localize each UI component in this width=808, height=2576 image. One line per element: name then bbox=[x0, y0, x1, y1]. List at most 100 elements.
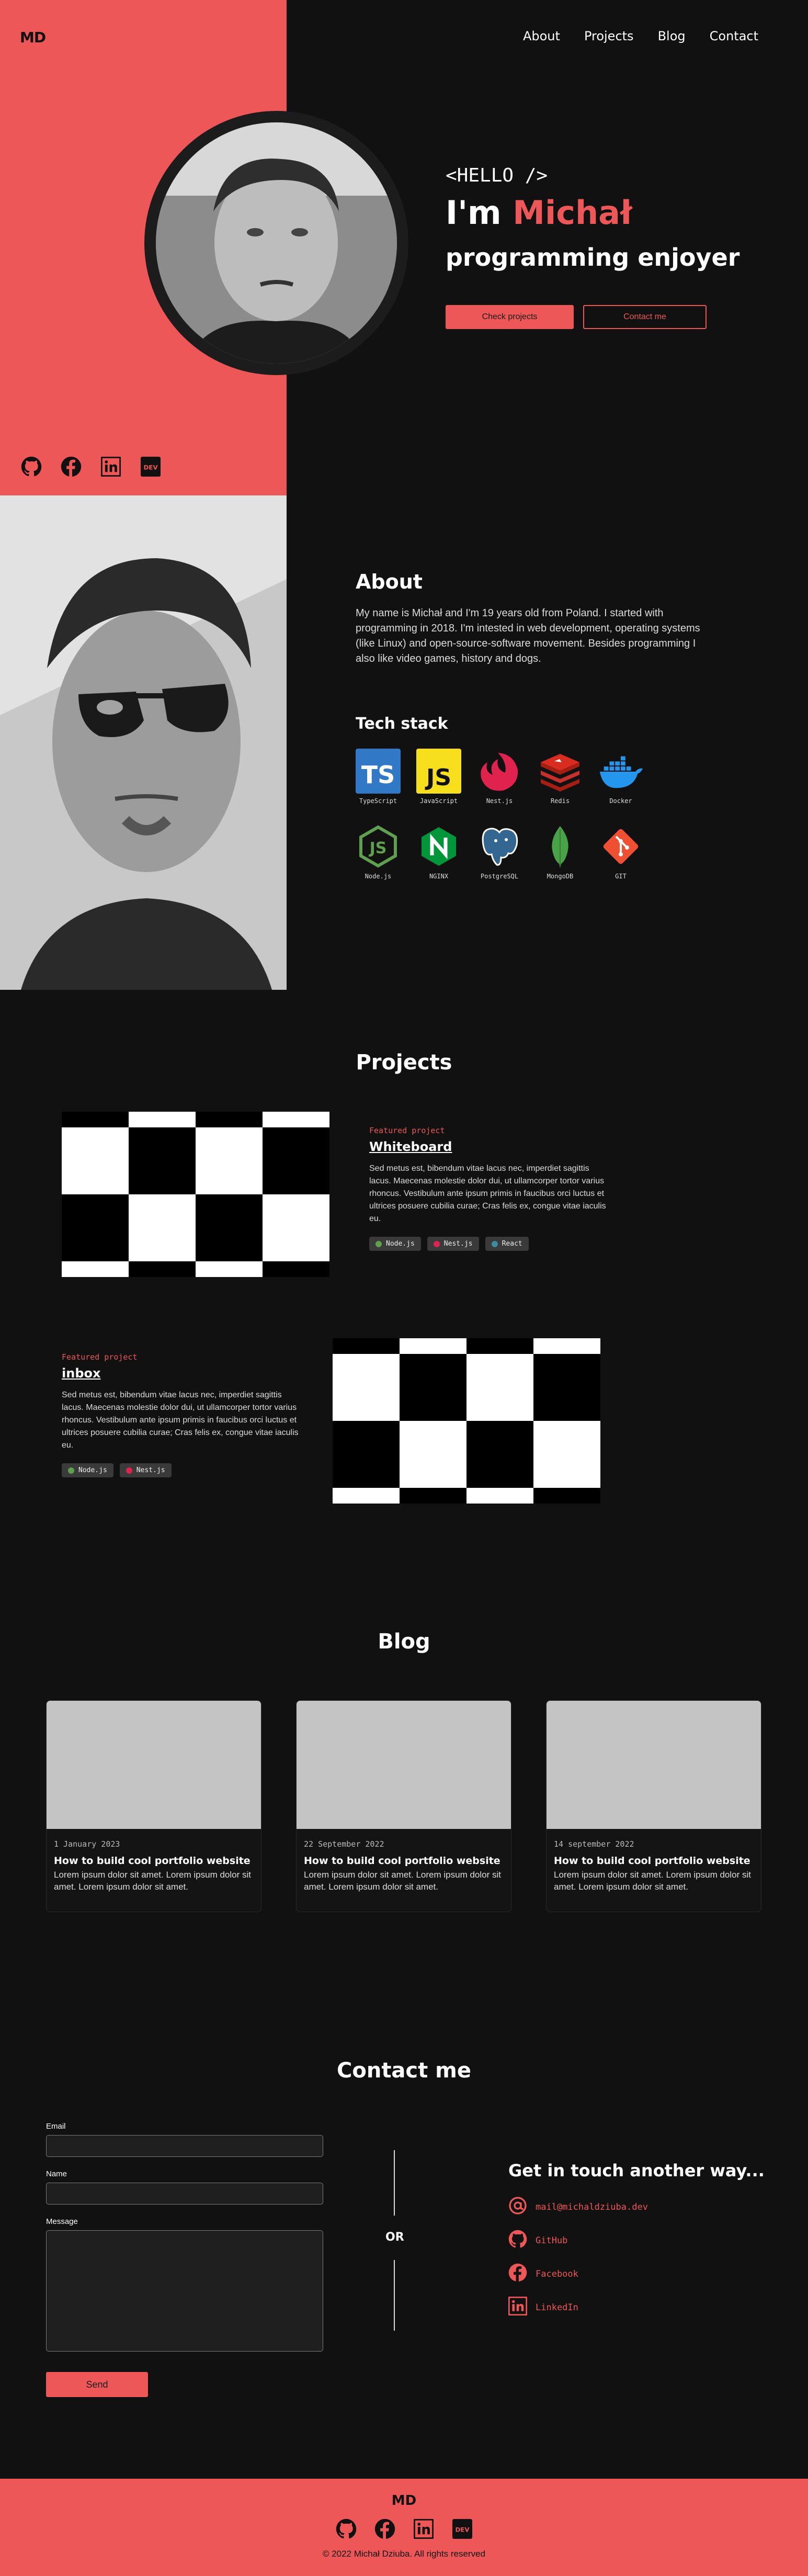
about-text: My name is Michał and I'm 19 years old f… bbox=[356, 607, 700, 664]
linkedin-icon[interactable] bbox=[99, 455, 122, 478]
github-icon[interactable] bbox=[20, 455, 43, 478]
react-icon bbox=[491, 1240, 498, 1247]
svg-text:TS: TS bbox=[361, 761, 395, 789]
github-icon bbox=[508, 2230, 527, 2251]
typescript-icon: TS bbox=[355, 748, 401, 794]
nestjs-icon bbox=[433, 1240, 440, 1247]
svg-text:DEV: DEV bbox=[455, 2526, 470, 2534]
avatar bbox=[156, 122, 397, 364]
tech-name: PostgreSQL bbox=[480, 873, 519, 880]
blog-card[interactable]: 22 September 2022 How to build cool port… bbox=[296, 1700, 511, 1912]
tag-list: Node.js Nest.js bbox=[62, 1463, 302, 1477]
contact-link-linkedin[interactable]: LinkedIn bbox=[507, 2296, 578, 2318]
tech-name: NGINX bbox=[429, 873, 449, 880]
nodejs-icon bbox=[68, 1467, 74, 1474]
tech-name: Redis bbox=[550, 797, 570, 805]
contact-link-github[interactable]: GitHub bbox=[508, 2230, 567, 2251]
featured-label: Featured project bbox=[369, 1126, 445, 1135]
facebook-icon[interactable] bbox=[373, 2517, 396, 2540]
or-label: OR bbox=[385, 2231, 404, 2244]
contact-link-label: Facebook bbox=[536, 2268, 578, 2279]
dev-icon[interactable]: DEV bbox=[451, 2517, 474, 2540]
facebook-icon[interactable] bbox=[60, 455, 83, 478]
blog-card[interactable]: 1 January 2023 How to build cool portfol… bbox=[46, 1700, 261, 1912]
tech-name: TypeScript bbox=[359, 797, 397, 805]
project-image[interactable] bbox=[62, 1112, 329, 1277]
blog-card-date: 1 January 2023 bbox=[54, 1839, 120, 1849]
project-card: Featured project inbox Sed metus est, bi… bbox=[62, 1352, 302, 1477]
tag: Nest.js bbox=[427, 1237, 479, 1251]
nestjs-icon bbox=[126, 1467, 132, 1474]
contact-title: Contact me bbox=[337, 2059, 471, 2083]
nav-about[interactable]: About bbox=[523, 29, 560, 43]
footer-logo[interactable]: MD bbox=[0, 2493, 808, 2509]
nav-projects[interactable]: Projects bbox=[584, 29, 634, 43]
contact-link-email[interactable]: mail@michaldziuba.dev bbox=[508, 2196, 648, 2218]
github-icon[interactable] bbox=[335, 2517, 358, 2540]
about-photo bbox=[0, 495, 287, 990]
hero-tagline: programming enjoyer bbox=[446, 243, 740, 272]
dev-icon[interactable]: DEV bbox=[139, 455, 162, 478]
contact-link-label: mail@michaldziuba.dev bbox=[536, 2201, 648, 2212]
javascript-icon: JS bbox=[416, 748, 462, 794]
hero-name: Michał bbox=[513, 194, 632, 232]
footer-socials: DEV bbox=[0, 2517, 808, 2540]
tech-item: TS TypeScript bbox=[348, 748, 408, 805]
blog-card-date: 14 september 2022 bbox=[554, 1839, 634, 1849]
blog-card-title[interactable]: How to build cool portfolio website bbox=[554, 1855, 754, 1867]
contact-link-label: GitHub bbox=[536, 2235, 568, 2246]
message-label: Message bbox=[46, 2217, 78, 2226]
tech-stack-grid: TS TypeScript JS JavaScript Nest.js Redi… bbox=[348, 748, 662, 880]
send-button[interactable]: Send bbox=[46, 2372, 148, 2397]
svg-text:JS: JS bbox=[425, 764, 451, 791]
nav-contact[interactable]: Contact bbox=[710, 29, 758, 43]
tech-item: Nest.js bbox=[469, 748, 530, 805]
tag: Node.js bbox=[369, 1237, 421, 1251]
blog-card-title[interactable]: How to build cool portfolio website bbox=[54, 1855, 254, 1867]
copyright: © 2022 Michał Dziuba. All rights reserve… bbox=[322, 2549, 486, 2559]
tech-item: GIT bbox=[590, 823, 651, 880]
message-field[interactable] bbox=[46, 2230, 323, 2352]
tech-name: JavaScript bbox=[419, 797, 458, 805]
tag-list: Node.js Nest.js React bbox=[369, 1237, 610, 1251]
email-field[interactable] bbox=[46, 2135, 323, 2157]
tech-item: MongoDB bbox=[530, 823, 590, 880]
nav-blog[interactable]: Blog bbox=[658, 29, 686, 43]
tag: Nest.js bbox=[119, 1463, 172, 1477]
tech-item: Docker bbox=[590, 748, 651, 805]
svg-text:DEV: DEV bbox=[143, 464, 158, 471]
linkedin-icon[interactable] bbox=[412, 2517, 435, 2540]
blog-card-image bbox=[297, 1701, 511, 1829]
name-label: Name bbox=[46, 2170, 67, 2178]
email-label: Email bbox=[46, 2122, 66, 2131]
contact-link-facebook[interactable]: Facebook bbox=[508, 2263, 578, 2285]
tech-name: Docker bbox=[609, 797, 632, 805]
nestjs-icon bbox=[476, 748, 522, 794]
main-nav: About Projects Blog Contact bbox=[499, 29, 758, 43]
at-icon bbox=[508, 2196, 527, 2218]
greeting: I'm bbox=[446, 194, 502, 232]
redis-icon bbox=[537, 748, 583, 794]
tech-item: JS JavaScript bbox=[408, 748, 469, 805]
hero-socials: DEV bbox=[20, 455, 162, 478]
hello-tag: <HELLO /> bbox=[446, 165, 548, 186]
project-description: Sed metus est, bibendum vitae lacus nec,… bbox=[62, 1391, 299, 1450]
project-title[interactable]: inbox bbox=[62, 1366, 302, 1381]
contact-me-button[interactable]: Contact me bbox=[583, 305, 707, 329]
project-description: Sed metus est, bibendum vitae lacus nec,… bbox=[369, 1164, 606, 1223]
tag: React bbox=[485, 1237, 529, 1251]
tech-item: NGINX bbox=[408, 823, 469, 880]
check-projects-button[interactable]: Check projects bbox=[446, 305, 574, 329]
projects-title: Projects bbox=[356, 1050, 452, 1075]
tag: Node.js bbox=[62, 1463, 113, 1477]
contact-link-label: LinkedIn bbox=[536, 2302, 578, 2313]
project-image[interactable] bbox=[333, 1338, 600, 1504]
name-field[interactable] bbox=[46, 2183, 323, 2205]
blog-card[interactable]: 14 september 2022 How to build cool port… bbox=[546, 1700, 761, 1912]
project-title[interactable]: Whiteboard bbox=[369, 1139, 610, 1154]
logo[interactable]: MD bbox=[20, 29, 46, 46]
svg-text:JS: JS bbox=[369, 839, 387, 857]
nodejs-icon: JS bbox=[355, 823, 401, 869]
blog-card-title[interactable]: How to build cool portfolio website bbox=[304, 1855, 504, 1867]
mongodb-icon bbox=[537, 823, 583, 869]
